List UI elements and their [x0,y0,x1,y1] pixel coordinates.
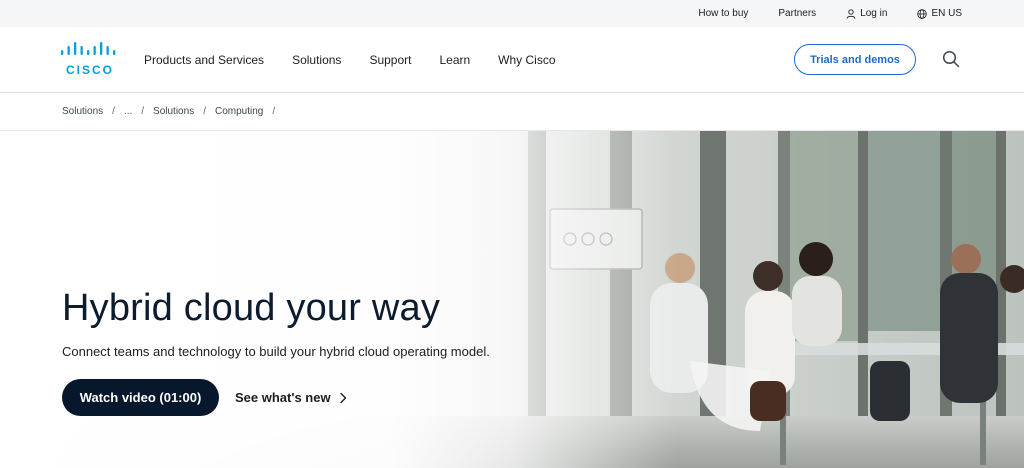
hero-title: Hybrid cloud your way [62,287,441,329]
breadcrumb-item[interactable]: Computing [215,106,263,117]
breadcrumb: Solutions / ... / Solutions / Computing … [0,93,1024,131]
language-selector[interactable]: EN US [917,8,962,19]
see-whats-new-link[interactable]: See what's new [235,379,347,416]
see-whats-new-label: See what's new [235,390,331,405]
hero-subtitle: Connect teams and technology to build yo… [62,344,490,359]
user-icon [846,8,856,19]
how-to-buy-link[interactable]: How to buy [698,8,748,19]
search-icon[interactable] [941,49,961,69]
primary-nav-links: Products and Services Solutions Support … [144,27,584,93]
breadcrumb-separator: / [203,106,206,117]
how-to-buy-label: How to buy [698,8,749,19]
breadcrumb-separator: / [112,106,115,117]
nav-learn[interactable]: Learn [439,53,470,67]
breadcrumb-item[interactable]: Solutions [62,106,103,117]
breadcrumb-separator: / [272,106,276,117]
globe-icon [917,8,928,19]
watch-video-button[interactable]: Watch video (01:00) [62,379,219,416]
utility-bar: How to buy Partners Log in EN US [0,0,1024,27]
breadcrumb-separator: / [141,106,145,117]
login-label: Log in [860,8,888,19]
nav-solutions[interactable]: Solutions [292,53,341,67]
hero-banner: Hybrid cloud your way Connect teams and … [0,131,1024,468]
partners-link[interactable]: Partners [778,8,816,19]
nav-products-and-services[interactable]: Products and Services [144,53,264,67]
breadcrumb-item[interactable]: Solutions [153,106,194,117]
brand-wordmark: CISCO [66,63,115,77]
login-link[interactable]: Log in [846,8,887,19]
nav-support[interactable]: Support [369,53,411,67]
chevron-right-icon [339,392,346,403]
breadcrumb-item[interactable]: ... [124,106,132,117]
partners-label: Partners [778,8,817,19]
language-label: EN US [931,8,962,19]
main-nav: CISCO Products and Services Solutions Su… [0,27,1024,93]
trials-and-demos-button[interactable]: Trials and demos [794,44,916,75]
nav-why-cisco[interactable]: Why Cisco [498,53,555,67]
